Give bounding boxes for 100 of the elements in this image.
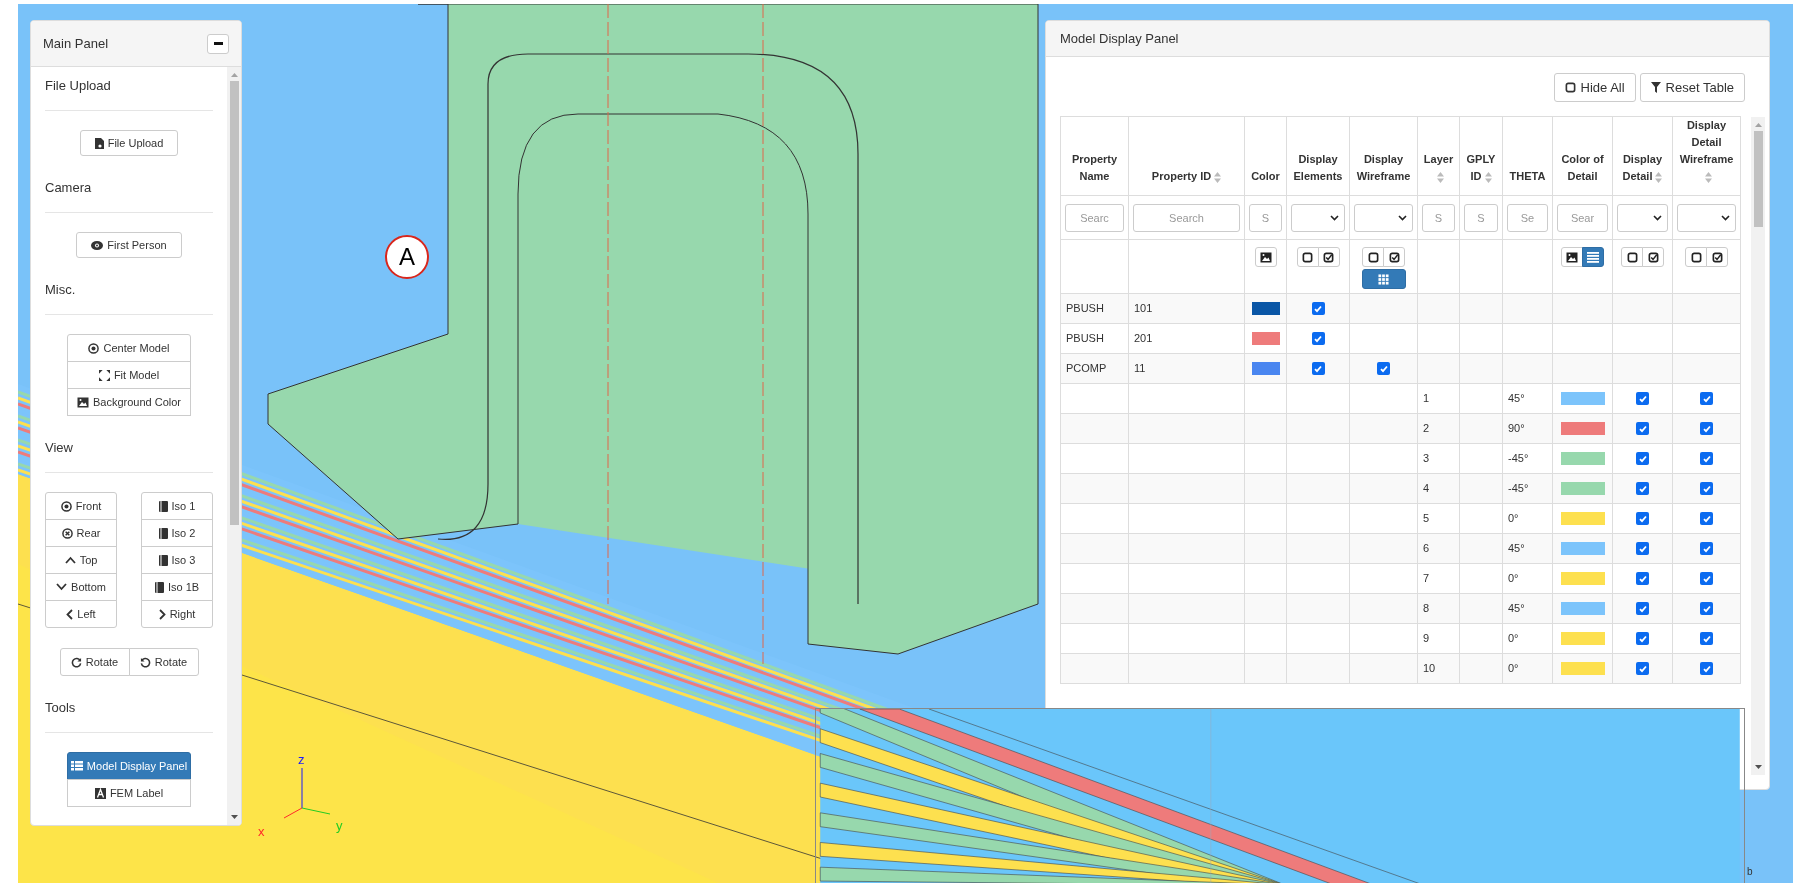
table-cell-text: 8 (1423, 601, 1430, 617)
column-header[interactable]: Property Name (1060, 116, 1129, 196)
color-swatch[interactable] (1560, 542, 1605, 555)
check-square-icon (1323, 251, 1334, 263)
table-cell-text: 1 (1423, 391, 1430, 407)
chevron-down-icon (56, 583, 68, 591)
table-cell-text: 0° (1508, 661, 1519, 677)
checkbox[interactable] (1700, 482, 1713, 495)
panel-button[interactable]: Right (141, 600, 213, 628)
column-header[interactable]: Display Wireframe (1349, 116, 1418, 196)
panel-button[interactable]: Rotate (128, 648, 199, 676)
column-header[interactable]: THETA (1502, 116, 1553, 196)
filter-field[interactable]: S (1249, 203, 1282, 232)
panel-button[interactable]: Rear (45, 519, 117, 547)
checkbox[interactable] (1700, 542, 1713, 555)
panel-button[interactable]: Center Model (67, 334, 191, 362)
filter-field[interactable]: Searc (1065, 203, 1124, 232)
column-header[interactable]: GPLY ID (1459, 116, 1503, 196)
minus-icon (213, 42, 223, 45)
panel-button[interactable]: Front (45, 492, 117, 520)
checkbox[interactable] (1700, 392, 1713, 405)
checkbox[interactable] (1700, 632, 1713, 645)
panel-button[interactable]: Iso 2 (141, 519, 213, 547)
check-square-icon (1647, 251, 1659, 263)
filter-field[interactable]: S (1422, 203, 1455, 232)
panel-button[interactable]: Background Color (67, 388, 191, 416)
checkbox[interactable] (1636, 662, 1649, 675)
panel-button[interactable]: FEM Label (67, 779, 191, 807)
panel-button[interactable]: Iso 1B (141, 573, 213, 601)
panel-button[interactable]: Top (45, 546, 117, 574)
panel-button[interactable]: Iso 3 (141, 546, 213, 574)
checkbox[interactable] (1700, 602, 1713, 615)
column-header[interactable]: Layer (1417, 116, 1460, 196)
panel-button[interactable]: Left (45, 600, 117, 628)
panel-button[interactable]: Rotate (59, 648, 130, 676)
checkbox[interactable] (1636, 632, 1649, 645)
checkbox[interactable] (1636, 602, 1649, 615)
checkbox[interactable] (1700, 512, 1713, 525)
checkbox[interactable] (1700, 422, 1713, 435)
book-icon (158, 500, 168, 512)
checkbox[interactable] (1700, 452, 1713, 465)
color-swatch[interactable] (1560, 512, 1605, 525)
column-header[interactable]: Color (1244, 116, 1287, 196)
color-swatch[interactable] (1560, 662, 1605, 675)
column-header[interactable]: Display Detail Wireframe (1672, 116, 1741, 196)
color-swatch[interactable] (1560, 632, 1605, 645)
filter-field[interactable]: Se (1507, 203, 1548, 232)
table-cell-text: 201 (1134, 331, 1153, 347)
toolbar-button[interactable]: Hide All (1553, 73, 1636, 102)
chevron-down-icon (1398, 214, 1407, 221)
checkbox[interactable] (1636, 482, 1649, 495)
filter-field[interactable]: S (1464, 203, 1498, 232)
scroll-down-icon (1754, 765, 1762, 769)
panel-button[interactable]: Iso 1 (141, 492, 213, 520)
checkbox[interactable] (1636, 422, 1649, 435)
table-cell-text: 0° (1508, 511, 1519, 527)
collapse-button[interactable] (207, 33, 229, 54)
chevron-up-icon (64, 556, 76, 564)
toolbar-button[interactable]: Reset Table (1639, 73, 1745, 102)
column-header[interactable]: Display Detail (1612, 116, 1673, 196)
checkbox[interactable] (1311, 302, 1325, 315)
column-header[interactable]: Color of Detail (1552, 116, 1613, 196)
checkbox[interactable] (1636, 572, 1649, 585)
color-swatch[interactable] (1251, 302, 1280, 315)
panel-button[interactable]: Bottom (45, 573, 117, 601)
checkbox[interactable] (1636, 392, 1649, 405)
color-swatch[interactable] (1560, 602, 1605, 615)
scrollbar-thumb[interactable] (1753, 131, 1763, 227)
color-swatch[interactable] (1560, 452, 1605, 465)
panel-button[interactable]: Model Display Panel (67, 752, 191, 780)
checkbox[interactable] (1700, 662, 1713, 675)
rotate-clockwise-icon (70, 656, 82, 668)
column-header[interactable]: Display Elements (1286, 116, 1350, 196)
scrollbar[interactable] (1751, 117, 1765, 775)
color-swatch[interactable] (1251, 362, 1280, 375)
filter-field[interactable]: Search (1133, 203, 1240, 232)
color-swatch[interactable] (1560, 422, 1605, 435)
checkbox[interactable] (1636, 512, 1649, 525)
column-header[interactable]: Property ID (1128, 116, 1245, 196)
color-swatch[interactable] (1560, 572, 1605, 585)
checkbox[interactable] (1311, 362, 1325, 375)
panel-button[interactable]: First Person (76, 232, 182, 258)
panel-button[interactable]: File Upload (79, 130, 179, 156)
grid-icon (1378, 273, 1389, 285)
checkbox[interactable] (1636, 452, 1649, 465)
panel-button[interactable]: Fit Model (67, 361, 191, 389)
color-swatch[interactable] (1251, 332, 1280, 345)
square-icon (1626, 251, 1638, 263)
checkbox[interactable] (1636, 542, 1649, 555)
filter-field[interactable]: Sear (1557, 203, 1608, 232)
table-cell-text: 5 (1423, 511, 1430, 527)
letter-tile-icon (94, 787, 106, 799)
checkbox[interactable] (1700, 572, 1713, 585)
color-swatch[interactable] (1560, 482, 1605, 495)
checkbox[interactable] (1377, 362, 1390, 375)
table-cell-text: 0° (1508, 631, 1519, 647)
checkbox[interactable] (1311, 332, 1325, 345)
scrollbar[interactable] (227, 67, 241, 825)
color-swatch[interactable] (1560, 392, 1605, 405)
scrollbar-thumb[interactable] (229, 81, 239, 525)
